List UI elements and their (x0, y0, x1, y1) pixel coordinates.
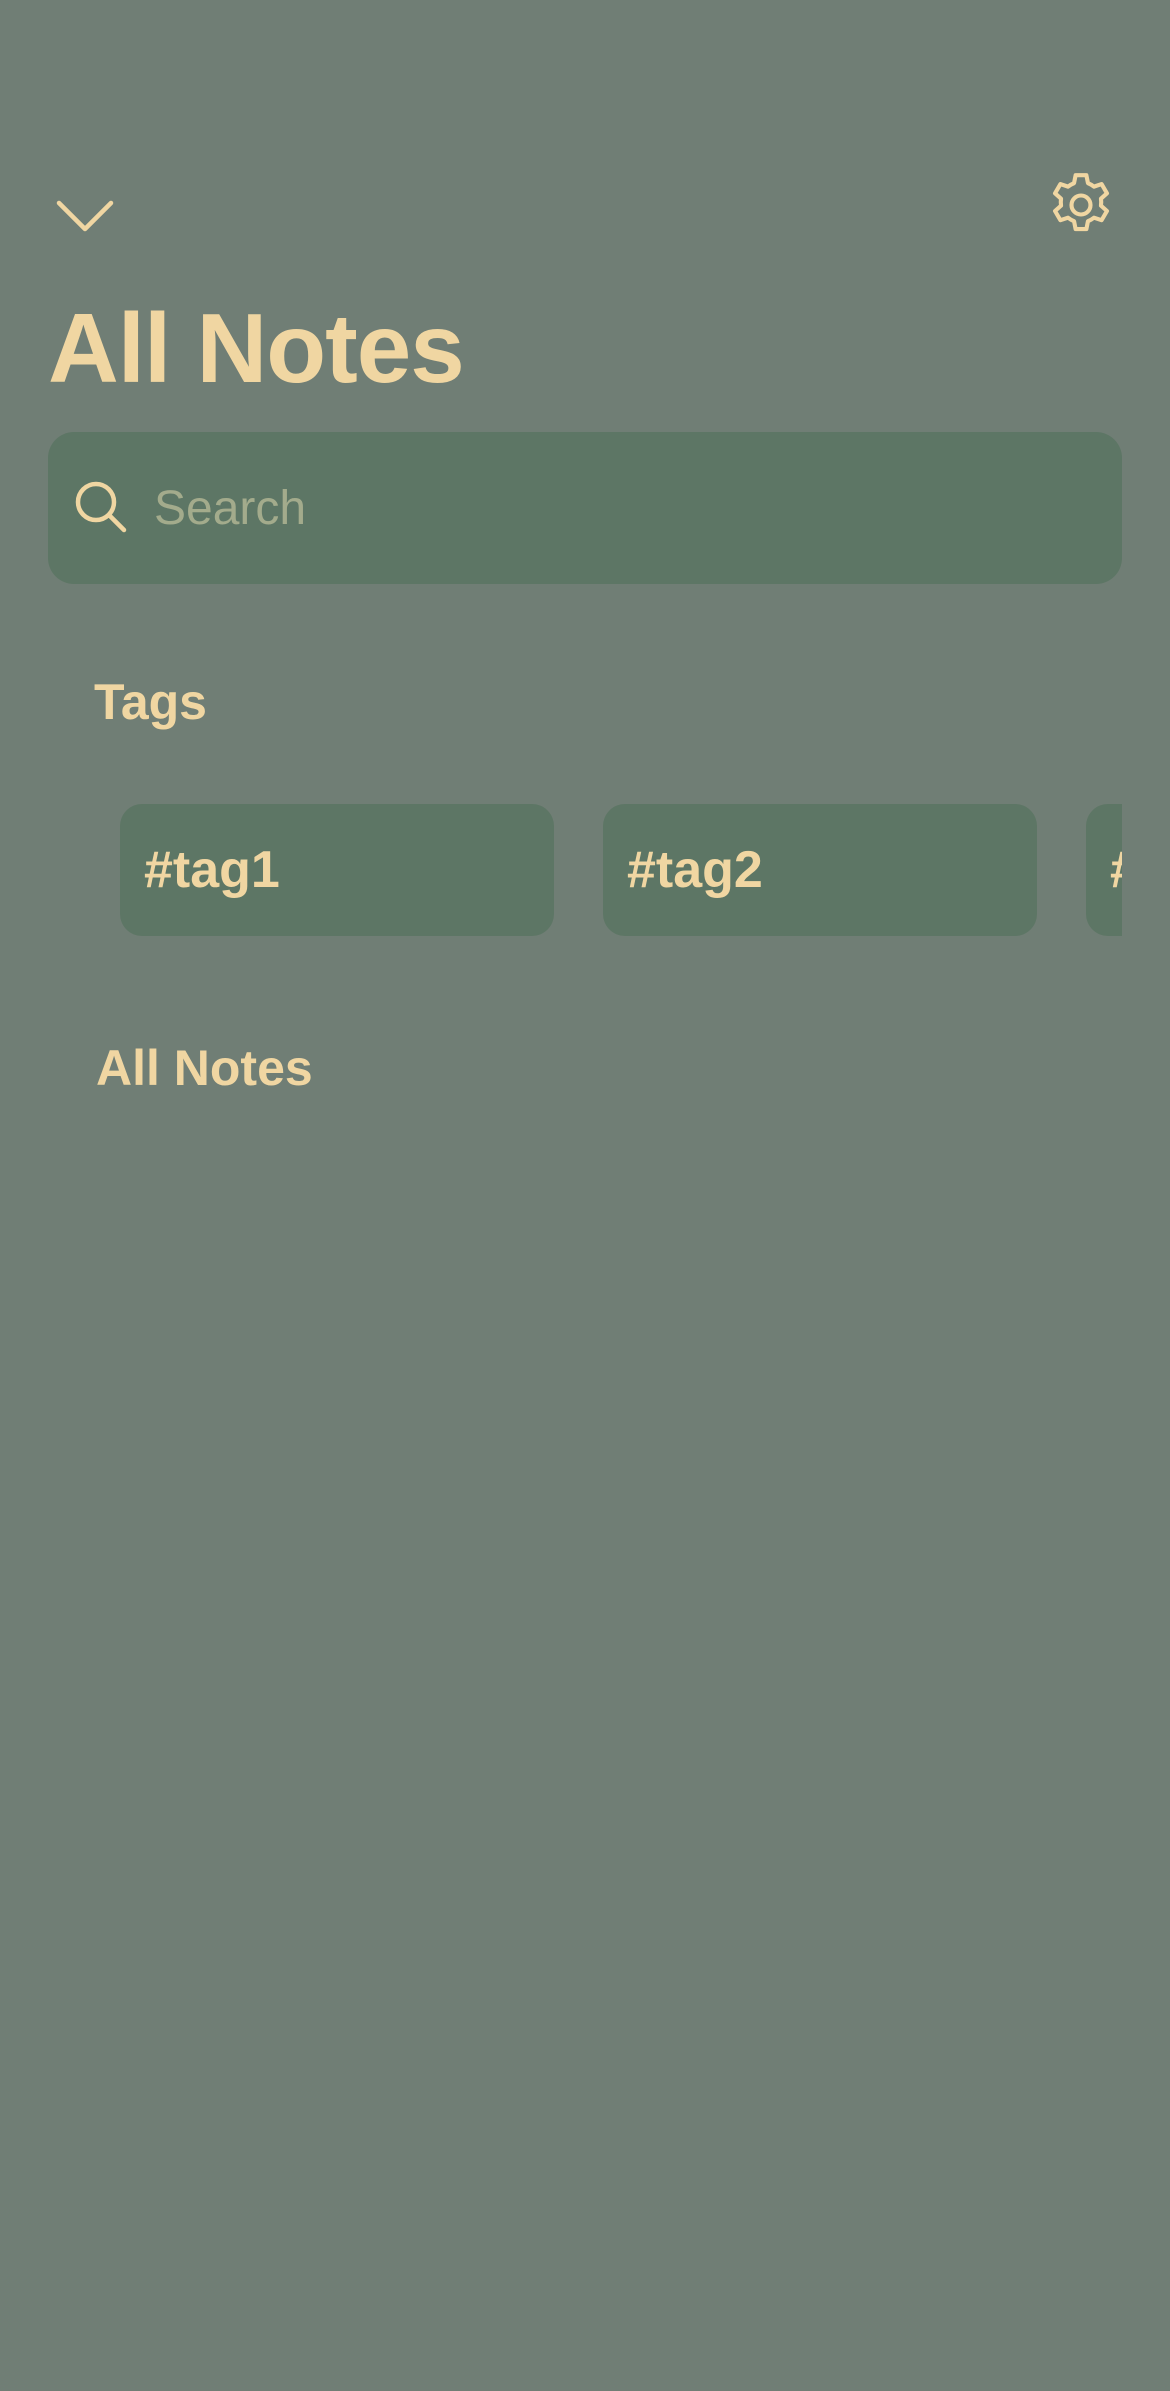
page-title: All Notes (48, 293, 465, 403)
tag-chip[interactable]: # (1086, 804, 1122, 936)
gear-icon (1052, 173, 1110, 232)
tag-chip[interactable]: #tag1 (120, 804, 554, 936)
search-icon (75, 481, 127, 533)
tag-chip-label: # (1110, 840, 1122, 900)
tag-chip-label: #tag1 (144, 841, 280, 899)
tag-chip[interactable]: #tag2 (603, 804, 1037, 936)
tags-section-heading: Tags (94, 674, 207, 730)
tags-carousel[interactable]: #tag1 #tag2 # (0, 804, 1122, 936)
all-notes-section-heading: All Notes (96, 1040, 313, 1096)
settings-button[interactable] (1036, 160, 1126, 250)
collapse-button[interactable] (40, 172, 130, 262)
chevron-down-icon (56, 200, 114, 232)
search-input[interactable] (134, 432, 1094, 584)
notes-screen: All Notes Tags #tag1 #tag2 # All Notes (0, 0, 1170, 2391)
search-bar[interactable] (48, 432, 1122, 584)
tag-chip-label: #tag2 (627, 841, 763, 899)
top-bar (0, 160, 1170, 250)
